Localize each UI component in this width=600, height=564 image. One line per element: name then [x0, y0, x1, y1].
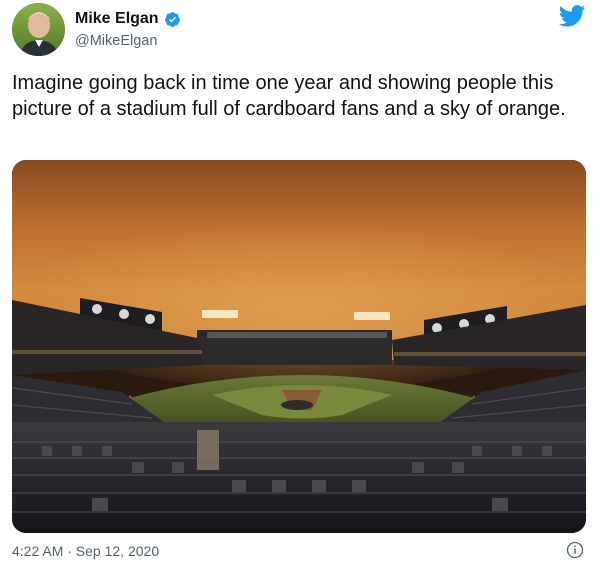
- tweet-photo[interactable]: [12, 160, 586, 533]
- twitter-bird-icon[interactable]: [559, 5, 586, 27]
- verified-badge-icon: [164, 11, 180, 27]
- tweet-card: Mike Elgan @MikeElgan Imagine going back…: [0, 0, 600, 564]
- avatar[interactable]: [12, 3, 65, 56]
- info-icon[interactable]: [566, 541, 584, 559]
- author-name[interactable]: Mike Elgan: [75, 10, 159, 28]
- tweet-text: Imagine going back in time one year and …: [12, 72, 566, 120]
- author-handle[interactable]: @MikeElgan: [75, 33, 157, 49]
- tweet-timestamp[interactable]: 4:22 AM · Sep 12, 2020: [12, 543, 159, 559]
- author-row[interactable]: Mike Elgan: [75, 10, 181, 28]
